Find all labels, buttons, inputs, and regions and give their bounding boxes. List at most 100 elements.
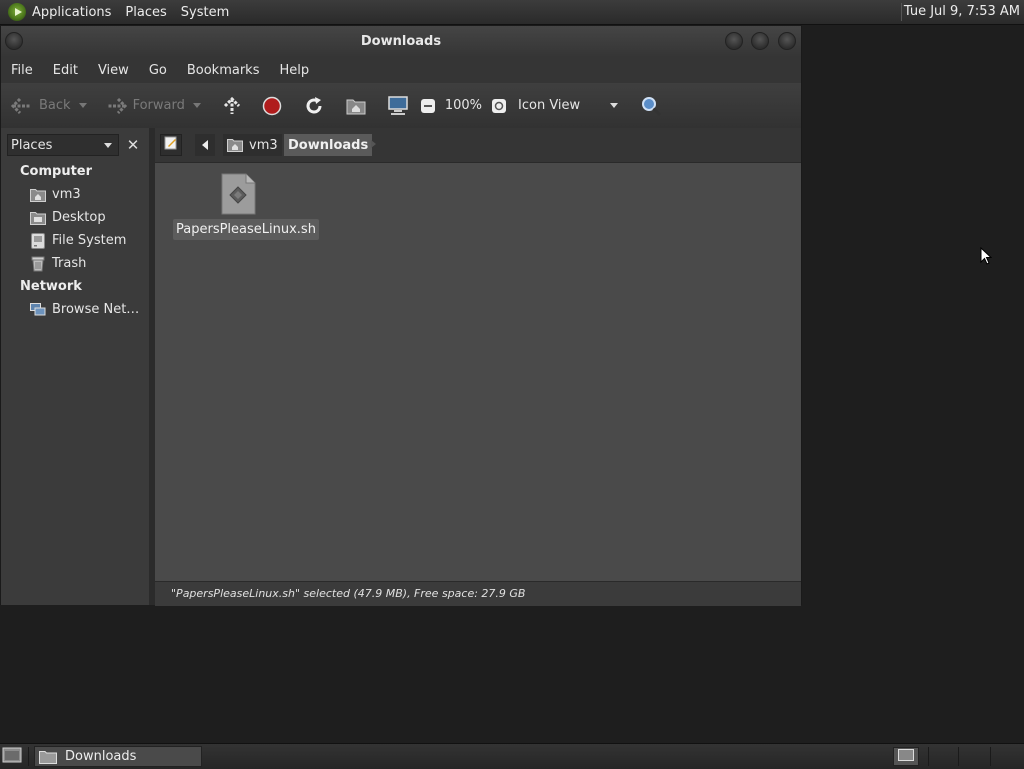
location-bar: vm3 Downloads bbox=[155, 128, 801, 163]
icon-view[interactable]: PapersPleaseLinux.sh bbox=[155, 163, 801, 581]
view-mode-dropdown-icon bbox=[610, 103, 619, 108]
applications-logo-icon bbox=[8, 3, 26, 21]
sidebar-item-label: Browse Net… bbox=[52, 302, 140, 317]
taskbar-item-label: Downloads bbox=[65, 749, 137, 764]
show-desktop-icon bbox=[2, 747, 22, 767]
sidebar-selector-label: Places bbox=[11, 137, 53, 153]
bottom-panel: Downloads bbox=[0, 743, 1024, 769]
back-label: Back bbox=[39, 98, 71, 113]
folder-icon bbox=[39, 750, 57, 764]
close-button[interactable] bbox=[778, 32, 796, 50]
breadcrumb-vm3[interactable]: vm3 bbox=[223, 134, 282, 156]
network-icon bbox=[30, 302, 46, 318]
panel-separator bbox=[928, 747, 929, 766]
top-panel: Applications Places System Tue Jul 9, 7:… bbox=[0, 0, 1024, 25]
titlebar[interactable]: Downloads bbox=[1, 26, 801, 57]
zoom-level[interactable]: 100% bbox=[441, 89, 486, 123]
back-history-dropdown-icon[interactable] bbox=[78, 103, 87, 108]
back-arrow-icon bbox=[11, 95, 33, 117]
panel-separator bbox=[901, 3, 902, 21]
places-menu[interactable]: Places bbox=[118, 5, 173, 20]
home-button[interactable] bbox=[339, 89, 373, 123]
home-folder-icon bbox=[227, 138, 243, 152]
status-bar: "PapersPleaseLinux.sh" selected (47.9 MB… bbox=[155, 581, 801, 606]
breadcrumb-downloads[interactable]: Downloads bbox=[284, 134, 373, 156]
home-folder-icon bbox=[30, 187, 46, 203]
breadcrumb-label: vm3 bbox=[249, 137, 278, 153]
chevron-left-icon bbox=[202, 140, 208, 150]
sidebar-heading-network: Network bbox=[20, 279, 82, 294]
taskbar-item-downloads[interactable]: Downloads bbox=[34, 746, 202, 767]
minimize-button[interactable] bbox=[725, 32, 743, 50]
computer-icon bbox=[387, 95, 409, 117]
sidebar-item-desktop[interactable]: Desktop bbox=[1, 206, 149, 229]
zoom-out-button[interactable] bbox=[415, 89, 441, 123]
sidebar-item-browse-network[interactable]: Browse Net… bbox=[1, 298, 149, 321]
sidebar-dropdown-icon bbox=[104, 143, 112, 148]
forward-arrow-icon bbox=[105, 95, 127, 117]
mouse-cursor bbox=[980, 246, 993, 269]
sidebar-item-label: Trash bbox=[52, 256, 87, 271]
sidebar-item-label: Desktop bbox=[52, 210, 106, 225]
file-name: PapersPleaseLinux.sh bbox=[173, 219, 319, 240]
home-folder-icon bbox=[345, 95, 367, 117]
sidebar-item-label: File System bbox=[52, 233, 127, 248]
sidebar-item-label: vm3 bbox=[52, 187, 81, 202]
up-arrow-icon bbox=[221, 95, 243, 117]
menu-file[interactable]: File bbox=[1, 63, 43, 78]
back-button[interactable]: Back bbox=[1, 89, 93, 123]
workspace-switcher[interactable] bbox=[893, 747, 919, 766]
script-file-icon bbox=[219, 173, 257, 219]
maximize-button[interactable] bbox=[751, 32, 769, 50]
zoom-out-icon bbox=[417, 95, 439, 117]
search-button[interactable] bbox=[634, 89, 668, 123]
menu-go[interactable]: Go bbox=[139, 63, 177, 78]
menubar: File Edit View Go Bookmarks Help bbox=[1, 57, 801, 83]
view-mode-select[interactable]: Icon View bbox=[512, 89, 624, 123]
forward-label: Forward bbox=[132, 98, 185, 113]
sidebar-selector[interactable]: Places bbox=[7, 134, 119, 156]
sidebar-item-file-system[interactable]: File System bbox=[1, 229, 149, 252]
menu-help[interactable]: Help bbox=[269, 63, 319, 78]
show-desktop-button[interactable] bbox=[1, 747, 23, 766]
view-mode-value: Icon View bbox=[518, 98, 581, 113]
up-button[interactable] bbox=[215, 89, 249, 123]
sidebar-item-trash[interactable]: Trash bbox=[1, 252, 149, 275]
applications-menu-label: Applications bbox=[32, 4, 112, 20]
stop-button[interactable] bbox=[255, 89, 289, 123]
toolbar: Back Forward 100% Icon View bbox=[1, 83, 801, 129]
forward-history-dropdown-icon[interactable] bbox=[192, 103, 201, 108]
desktop-folder-icon bbox=[30, 210, 46, 226]
sidebar-item-vm3[interactable]: vm3 bbox=[1, 183, 149, 206]
sidebar-close-icon[interactable]: ✕ bbox=[124, 136, 142, 154]
sidebar: Places ✕ Computer vm3 Desktop File Syste… bbox=[1, 128, 149, 605]
sidebar-heading-computer: Computer bbox=[20, 164, 93, 179]
panel-separator bbox=[958, 747, 959, 766]
reload-icon bbox=[303, 95, 325, 117]
top-panel-menus: Applications Places System bbox=[0, 0, 236, 24]
content-area: Places ✕ Computer vm3 Desktop File Syste… bbox=[1, 128, 801, 606]
breadcrumb-scroll-right-icon[interactable] bbox=[371, 140, 376, 148]
zoom-in-icon bbox=[488, 95, 510, 117]
reload-button[interactable] bbox=[297, 89, 331, 123]
breadcrumb-scroll-left[interactable] bbox=[195, 134, 215, 156]
panel-separator bbox=[990, 747, 991, 766]
menu-edit[interactable]: Edit bbox=[43, 63, 88, 78]
edit-location-button[interactable] bbox=[160, 134, 182, 156]
system-menu[interactable]: System bbox=[174, 5, 236, 20]
computer-button[interactable] bbox=[381, 89, 415, 123]
places-list: Computer vm3 Desktop File System Trash N… bbox=[1, 160, 149, 321]
zoom-in-button[interactable] bbox=[486, 89, 512, 123]
menu-bookmarks[interactable]: Bookmarks bbox=[177, 63, 270, 78]
applications-menu[interactable]: Applications bbox=[0, 3, 118, 21]
workspace-window-icon bbox=[898, 748, 914, 765]
pencil-icon bbox=[164, 136, 178, 154]
status-text: "PapersPleaseLinux.sh" selected (47.9 MB… bbox=[171, 587, 526, 600]
menu-view[interactable]: View bbox=[88, 63, 139, 78]
stop-icon bbox=[261, 95, 283, 117]
forward-button[interactable]: Forward bbox=[99, 89, 207, 123]
window-title: Downloads bbox=[360, 34, 442, 49]
clock[interactable]: Tue Jul 9, 7:53 AM bbox=[904, 0, 1020, 24]
file-manager-window: Downloads File Edit View Go Bookmarks He… bbox=[0, 25, 802, 606]
trash-icon bbox=[30, 256, 46, 272]
